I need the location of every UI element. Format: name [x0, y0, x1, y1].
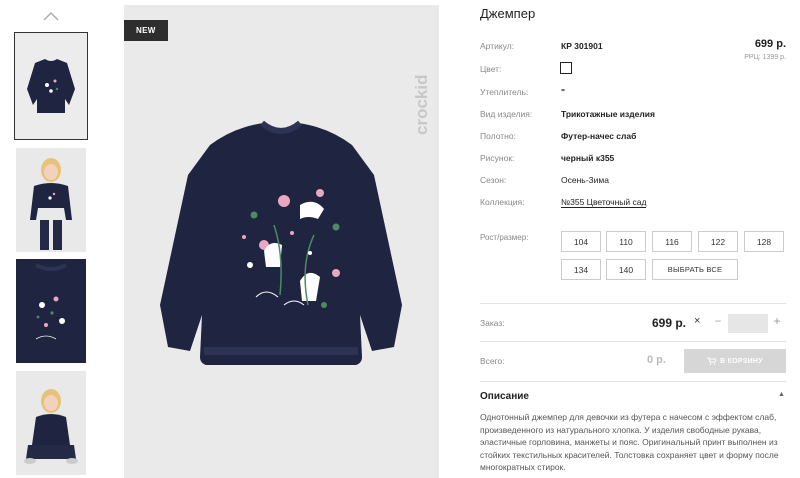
- size-label: Рост/размер:: [480, 233, 529, 242]
- size-option-122[interactable]: 122: [698, 231, 738, 252]
- size-option-116[interactable]: 116: [652, 231, 692, 252]
- description-heading[interactable]: Описание: [480, 391, 529, 402]
- divider: [480, 381, 786, 382]
- attribute-value: КР 301901: [561, 41, 603, 51]
- attribute-value: Трикотажные изделия: [561, 109, 655, 119]
- size-option-104[interactable]: 104: [561, 231, 601, 252]
- attribute-value: черный к355: [561, 153, 615, 163]
- attribute-color: Цвет:: [480, 62, 790, 78]
- attribute-insulation: Утеплитель: ": [480, 87, 790, 101]
- attribute-label: Цвет:: [480, 64, 502, 74]
- quantity-input[interactable]: [728, 314, 768, 333]
- thumbnail-girl-model[interactable]: [16, 148, 86, 252]
- size-option-128[interactable]: 128: [744, 231, 784, 252]
- attribute-season: Сезон: Осень-Зима: [480, 175, 790, 189]
- description-collapse-icon[interactable]: ▲: [778, 391, 785, 398]
- attribute-label: Артикул:: [480, 41, 515, 51]
- thumbnail-girl-sitting[interactable]: [16, 371, 86, 475]
- total-label: Всего:: [480, 356, 505, 366]
- color-swatch-white[interactable]: [560, 62, 572, 74]
- page-title: Джемпер: [480, 6, 536, 21]
- sweater-illustration: [160, 120, 402, 365]
- attribute-value: Осень-Зима: [561, 175, 609, 185]
- thumbnail-front-view[interactable]: [14, 32, 88, 140]
- attribute-label: Сезон:: [480, 175, 507, 185]
- order-price: 699 р.: [652, 316, 687, 330]
- attribute-label: Коллекция:: [480, 197, 525, 207]
- brand-logo-icon: crockid: [412, 75, 431, 135]
- size-option-110[interactable]: 110: [606, 231, 646, 252]
- attribute-label: Полотно:: [480, 131, 516, 141]
- recommended-price: РРЦ: 1399 р.: [744, 54, 786, 61]
- quantity-decrease-button[interactable]: −: [712, 314, 724, 328]
- size-option-140[interactable]: 140: [606, 259, 646, 280]
- new-badge: NEW: [124, 20, 168, 41]
- multiply-sign: ×: [694, 315, 701, 327]
- divider: [480, 341, 786, 342]
- thumbnail-print-closeup[interactable]: [16, 259, 86, 363]
- attribute-product-type: Вид изделия: Трикотажные изделия: [480, 109, 790, 123]
- description-text: Однотонный джемпер для девочки из футера…: [480, 412, 779, 473]
- attribute-value: Футер-начес слаб: [561, 131, 637, 141]
- add-to-cart-button[interactable]: В КОРЗИНУ: [684, 349, 786, 373]
- attribute-value: ": [561, 87, 566, 97]
- size-option-134[interactable]: 134: [561, 259, 601, 280]
- collection-link[interactable]: №355 Цветочный сад: [561, 197, 647, 208]
- total-value: 0 р.: [647, 354, 666, 366]
- attribute-pattern: Рисунок: черный к355: [480, 153, 790, 167]
- brand-logo-text: crockid: [412, 75, 431, 135]
- product-main-image[interactable]: NEW crockid: [124, 5, 439, 478]
- attribute-collection: Коллекция: №355 Цветочный сад: [480, 197, 790, 211]
- order-label: Заказ:: [480, 318, 505, 328]
- thumbnails-up-arrow-icon[interactable]: [42, 9, 60, 23]
- attribute-article: Артикул: КР 301901: [480, 41, 790, 55]
- attribute-label: Рисунок:: [480, 153, 515, 163]
- quantity-increase-button[interactable]: +: [771, 314, 783, 328]
- select-all-sizes-button[interactable]: ВЫБРАТЬ ВСЕ: [652, 259, 738, 280]
- attribute-label: Вид изделия:: [480, 109, 533, 119]
- add-to-cart-label: В КОРЗИНУ: [720, 357, 763, 365]
- attribute-label: Утеплитель:: [480, 87, 529, 97]
- cart-icon: [707, 357, 717, 365]
- divider: [480, 303, 786, 304]
- attribute-fabric: Полотно: Футер-начес слаб: [480, 131, 790, 145]
